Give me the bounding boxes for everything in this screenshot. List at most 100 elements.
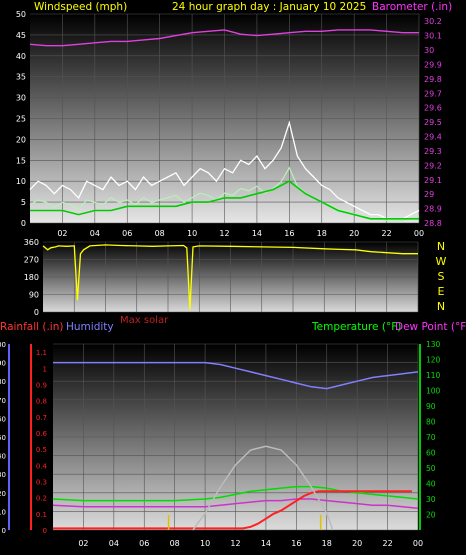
wind-y-tick: 15 — [16, 156, 26, 165]
wind-y-tick: 45 — [16, 31, 26, 40]
wind-y-tick: 25 — [16, 115, 26, 124]
rain-y-tick: 0.1 — [36, 511, 47, 519]
rain-y-tick: 0.8 — [36, 398, 47, 406]
rain-y-tick: 1.1 — [36, 349, 47, 357]
temp-y-tick: 110 — [426, 371, 441, 380]
wind-x-tick: 20 — [349, 229, 359, 238]
humidity-y-tick: 60 — [0, 415, 6, 423]
wind-x-ticks: 02 04 06 08 10 12 14 16 18 20 22 00 — [57, 229, 424, 238]
rain-temp-x-tick: 12 — [230, 539, 240, 548]
wind-y-tick: 5 — [21, 198, 26, 207]
wind-x-tick: 22 — [381, 229, 391, 238]
rain-temp-x-tick: 10 — [200, 539, 210, 548]
rain-temp-x-tick: 00 — [413, 539, 423, 548]
temp-y-tick: 30 — [426, 495, 436, 504]
wind-x-tick: 10 — [187, 229, 197, 238]
barometer-y-tick: 29.5 — [424, 118, 442, 127]
barometer-y-ticks: 28.8 28.9 29 29.1 29.2 29.3 29.4 29.5 29.6 29.7 29… — [424, 17, 442, 228]
humidity-y-tick: 30 — [0, 471, 6, 479]
barometer-y-tick: 29.3 — [424, 147, 442, 156]
wind-y-tick: 30 — [16, 94, 26, 103]
wind-y-tick: 35 — [16, 73, 26, 82]
wind-x-tick: 08 — [155, 229, 165, 238]
temp-y-tick: 50 — [426, 464, 436, 473]
compass-label: N — [437, 240, 445, 253]
barometer-y-tick: 29.9 — [424, 60, 442, 69]
wind-x-tick: 02 — [57, 229, 67, 238]
humidity-y-tick: 50 — [0, 434, 6, 442]
temp-y-tick: 90 — [426, 402, 436, 411]
humidity-y-tick: 40 — [0, 453, 6, 461]
humidity-y-tick: 80 — [0, 378, 6, 386]
rain-y-tick: 0.5 — [36, 446, 47, 454]
temp-y-tick: 100 — [426, 387, 441, 396]
barometer-y-tick: 29.6 — [424, 104, 442, 113]
rain-temp-x-tick: 22 — [382, 539, 392, 548]
rain-y-tick: 0.2 — [36, 495, 47, 503]
barometer-y-tick: 30.2 — [424, 17, 442, 26]
rain-y-tick: 1 — [43, 365, 47, 373]
rain-y-tick: 0.9 — [36, 381, 47, 389]
rain-temp-x-tick: 20 — [352, 539, 362, 548]
compass-label: W — [436, 255, 447, 268]
compass-labels: NWSEN — [436, 240, 447, 313]
rain-temp-x-tick: 08 — [170, 539, 180, 548]
wind-y-tick: 10 — [16, 177, 26, 186]
direction-y-tick: 360 — [24, 238, 39, 247]
barometer-y-tick: 30.1 — [424, 32, 442, 41]
rain-y-tick: 0.4 — [36, 462, 48, 470]
temp-y-tick: 130 — [426, 340, 441, 349]
wind-x-tick: 00 — [414, 229, 424, 238]
direction-y-tick: 0 — [34, 308, 39, 317]
rain-temp-x-tick: 02 — [78, 539, 88, 548]
barometer-y-tick: 28.8 — [424, 219, 442, 228]
humidity-axis-label: Humidity — [66, 321, 114, 333]
barometer-y-tick: 29.1 — [424, 176, 442, 185]
rainfall-axis-label: Rainfall (.in) — [0, 321, 63, 333]
rain-y-ticks: 0 0.1 0.2 0.3 0.4 0.5 0.6 0.7 0.8 0.9 1 1.1 — [36, 349, 48, 535]
wind-x-tick: 18 — [317, 229, 327, 238]
temp-y-tick: 80 — [426, 418, 436, 427]
wind-y-ticks: 0 5 10 15 20 25 30 35 40 45 50 — [16, 10, 26, 228]
temp-y-tick: 20 — [426, 511, 436, 520]
temp-y-tick: 120 — [426, 356, 441, 365]
direction-y-tick: 90 — [29, 291, 39, 300]
rain-temp-x-tick: 14 — [261, 539, 271, 548]
rain-temp-x-tick: 06 — [139, 539, 149, 548]
dewpoint-axis-label: Dew Point (°F) — [395, 321, 466, 333]
rain-temp-x-tick: 04 — [109, 539, 119, 548]
direction-y-ticks: 0 90 180 270 360 — [24, 238, 39, 317]
compass-label: S — [438, 270, 445, 283]
humidity-y-tick: 100 — [0, 341, 6, 349]
chart-title: 24 hour graph day : January 10 2025 — [172, 1, 366, 13]
barometer-y-tick: 29.8 — [424, 75, 442, 84]
humidity-y-tick: 70 — [0, 397, 6, 405]
humidity-y-tick: 0 — [2, 527, 6, 535]
compass-label: N — [437, 300, 445, 313]
rain-temp-x-tick: 16 — [291, 539, 301, 548]
wind-y-tick: 40 — [16, 52, 26, 61]
compass-label: E — [438, 285, 445, 298]
humidity-y-tick: 90 — [0, 360, 6, 368]
barometer-y-tick: 29.7 — [424, 89, 442, 98]
windspeed-axis-label: Windspeed (mph) — [34, 1, 127, 13]
wind-x-tick: 12 — [219, 229, 229, 238]
wind-x-tick: 16 — [284, 229, 294, 238]
temp-y-tick: 60 — [426, 449, 436, 458]
rain-temp-x-tick: 18 — [322, 539, 332, 548]
wind-y-tick: 0 — [21, 219, 26, 228]
barometer-y-tick: 29 — [424, 190, 434, 199]
weather-graphs: Windspeed (mph) 24 hour graph day : Janu… — [0, 1, 466, 548]
direction-y-tick: 180 — [24, 273, 39, 282]
wind-y-tick: 20 — [16, 135, 26, 144]
humidity-y-ticks: 0 10 20 30 40 50 60 70 80 90 100 — [0, 341, 6, 535]
barometer-y-tick: 29.4 — [424, 133, 442, 142]
rain-temp-x-ticks: 02 04 06 08 10 12 14 16 18 20 22 00 — [78, 539, 423, 548]
wind-x-tick: 06 — [122, 229, 132, 238]
humidity-y-tick: 20 — [0, 490, 6, 498]
humidity-y-tick: 10 — [0, 508, 6, 516]
barometer-y-tick: 30 — [424, 46, 434, 55]
rain-y-tick: 0.3 — [36, 478, 47, 486]
rain-y-tick: 0 — [43, 527, 47, 535]
temp-y-tick: 40 — [426, 480, 436, 489]
